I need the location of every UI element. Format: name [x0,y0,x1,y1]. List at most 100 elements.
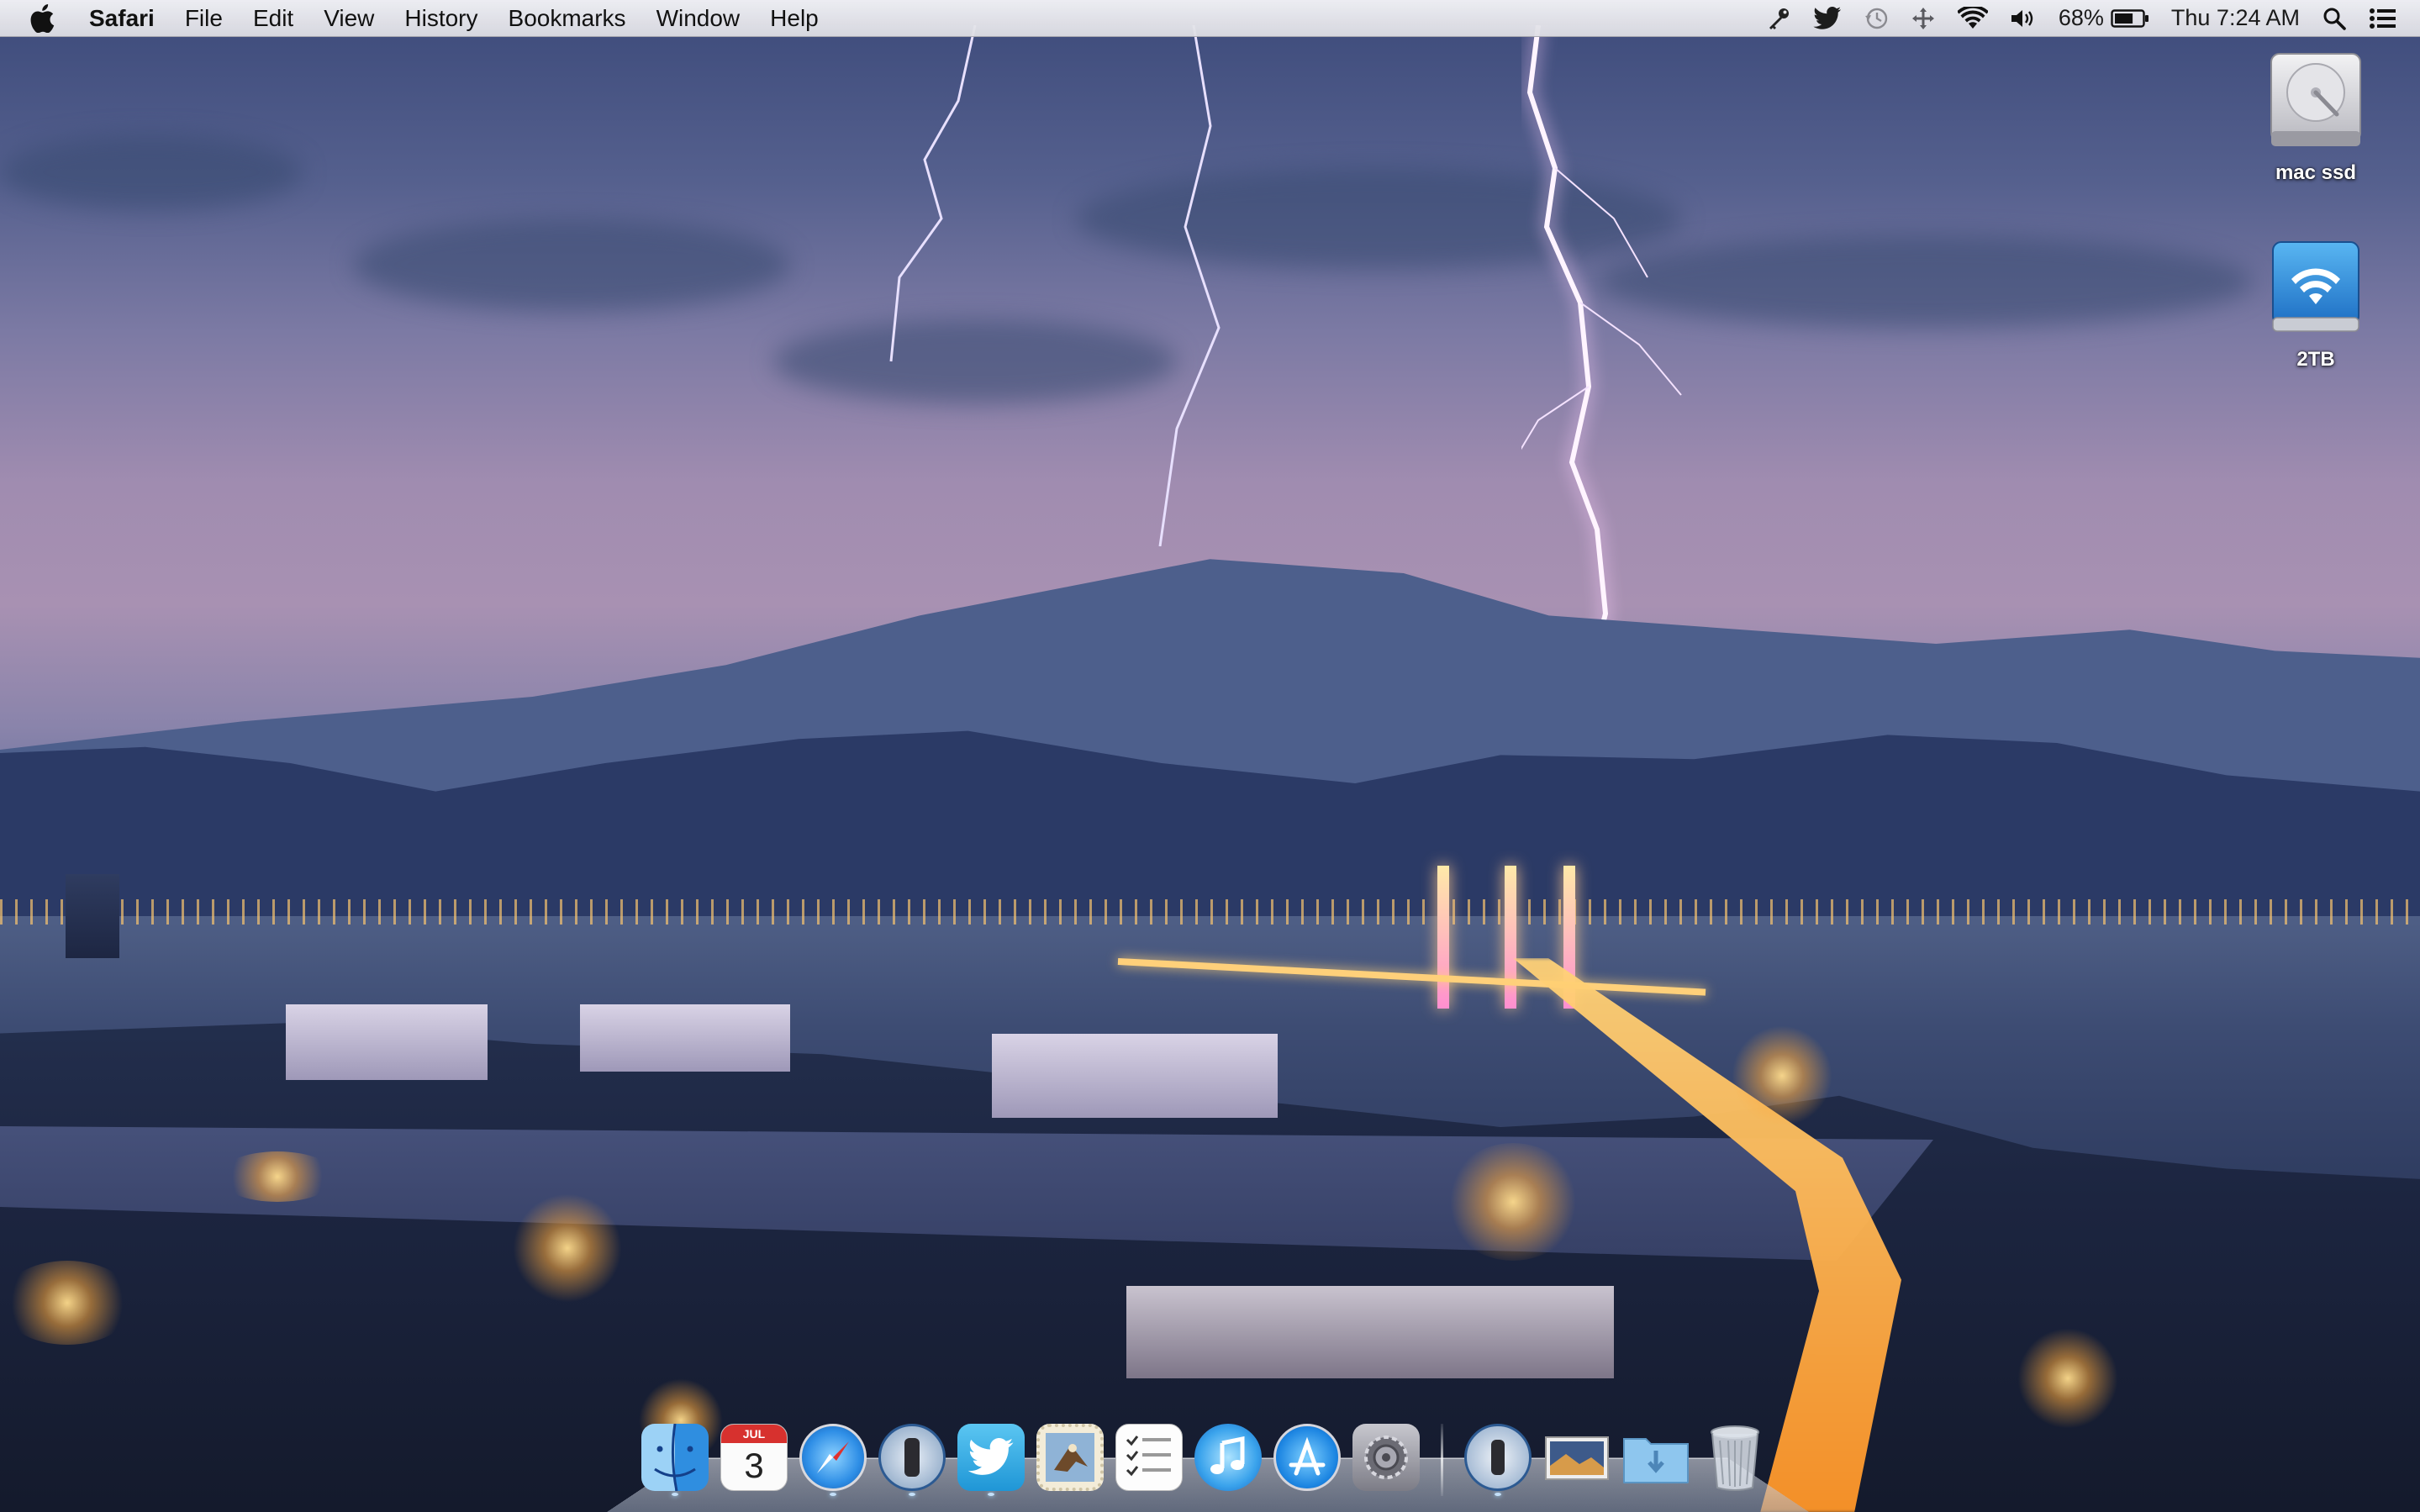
running-indicator [672,1493,678,1496]
dock-item-finder[interactable] [639,1419,711,1496]
tower-building [66,874,119,958]
wallpaper-cloud [353,219,790,311]
system-preferences-icon [1352,1424,1420,1491]
street-light-glow [0,1261,134,1345]
warehouse-building [1126,1286,1614,1378]
safari-icon [799,1424,867,1491]
time-machine-icon [1864,8,1888,29]
battery-percentage: 68% [2058,5,2104,30]
running-indicator [1225,1493,1231,1496]
battery-icon [2111,8,2148,28]
street-light-glow [1446,1143,1580,1261]
clock-menu-extra[interactable]: Thu 7:24 AM [2160,0,2311,37]
apple-menu-button[interactable] [0,3,84,33]
menu-file[interactable]: File [170,0,238,37]
running-indicator [1495,1493,1501,1496]
desktop-icon-label: 2TB [2296,348,2335,371]
menu-window[interactable]: Window [641,0,756,37]
street-light-glow [219,1151,336,1202]
dock-item-downloads-folder[interactable] [1620,1419,1692,1496]
finder-icon [641,1424,709,1491]
dock-item-system-preferences[interactable] [1350,1419,1422,1496]
running-indicator [909,1493,915,1496]
dock-item-reminders[interactable] [1113,1419,1185,1496]
dock-separator [1441,1424,1443,1496]
running-indicator [1304,1493,1310,1496]
desktop-icon-mac-ssd[interactable]: mac ssd [2253,50,2379,185]
desktop-icon-label: mac ssd [2275,161,2357,184]
app-store-icon [1273,1424,1341,1491]
move-menu-extra[interactable] [1900,0,1947,37]
wifi-icon [1957,6,1988,29]
street-light-glow [1732,1025,1832,1126]
notification-list-icon [2370,8,2396,29]
menu-bookmarks[interactable]: Bookmarks [493,0,641,37]
twitter-bird-icon [1813,6,1841,29]
network-drive-icon [2272,241,2359,332]
volume-menu-extra[interactable] [1999,0,2048,37]
apartment-building [992,1034,1278,1118]
hard-drive-icon [2270,53,2361,146]
dock-item-trash[interactable] [1699,1419,1771,1496]
running-indicator [830,1493,836,1496]
running-indicator [751,1493,757,1496]
desktop-icon-2tb[interactable]: 2TB [2253,237,2379,371]
1password-menu-extra[interactable] [1755,0,1802,37]
menu-edit[interactable]: Edit [238,0,308,37]
speaker-volume-icon [2011,9,2033,27]
1password-icon [878,1424,946,1491]
running-indicator [988,1493,994,1496]
notification-center-button[interactable] [2358,0,2408,37]
dock-item-1password[interactable] [876,1419,948,1496]
menu-bar-status: 68% Thu 7:24 AM [1755,0,2420,37]
menu-bar: Safari File Edit View History Bookmarks … [0,0,2420,37]
app-menu-safari[interactable]: Safari [84,0,170,37]
bridge-tower [1437,866,1449,1009]
running-indicator [1146,1493,1152,1496]
dock-item-desktop-folder[interactable] [1541,1419,1613,1496]
lightning-bolt-small [889,25,977,362]
running-indicator [1067,1493,1073,1496]
dock-item-twitter[interactable] [955,1419,1027,1496]
menu-view[interactable]: View [308,0,389,37]
apple-icon [30,3,55,33]
menu-bar-left: Safari File Edit View History Bookmarks … [0,0,834,37]
dock-item-itunes[interactable] [1192,1419,1264,1496]
twitter-icon [957,1424,1025,1491]
trash-icon [1701,1424,1769,1491]
shore-lights [0,899,2420,925]
key-icon [1769,8,1789,29]
reminders-icon [1115,1424,1183,1491]
battery-menu-extra[interactable]: 68% [2048,0,2160,37]
dock-item-safari[interactable] [797,1419,869,1496]
time-machine-menu-extra[interactable] [1853,0,1900,37]
running-indicator [1653,1493,1659,1496]
street-light-glow [513,1193,622,1303]
dock: JUL 3 [639,1412,1771,1496]
wallpaper-cloud [1597,235,2253,328]
menu-help[interactable]: Help [755,0,834,37]
dock-item-1password-mini[interactable] [1462,1419,1534,1496]
apartment-building [580,1004,790,1072]
itunes-icon [1194,1424,1262,1491]
1password-mini-icon [1464,1424,1532,1491]
wallpaper-cloud [0,134,303,210]
running-indicator [1574,1493,1580,1496]
calendar-icon: JUL 3 [720,1424,788,1491]
dock-item-calendar[interactable]: JUL 3 [718,1419,790,1496]
mail-stamp-icon [1036,1424,1104,1491]
clock-text: Thu 7:24 AM [2170,5,2300,30]
running-indicator [1383,1493,1389,1496]
twitter-menu-extra[interactable] [1802,0,1853,37]
dock-item-app-store[interactable] [1271,1419,1343,1496]
bridge-tower [1505,866,1516,1009]
menu-history[interactable]: History [389,0,493,37]
wifi-menu-extra[interactable] [1947,0,1999,37]
lightning-bolt-small [1158,25,1221,546]
apartment-building [286,1004,488,1080]
spotlight-button[interactable] [2311,0,2358,37]
spotlight-search-icon [2323,8,2346,30]
desktop-wallpaper [0,0,2420,1512]
dock-item-mail-stamp[interactable] [1034,1419,1106,1496]
calendar-day: 3 [744,1446,764,1485]
